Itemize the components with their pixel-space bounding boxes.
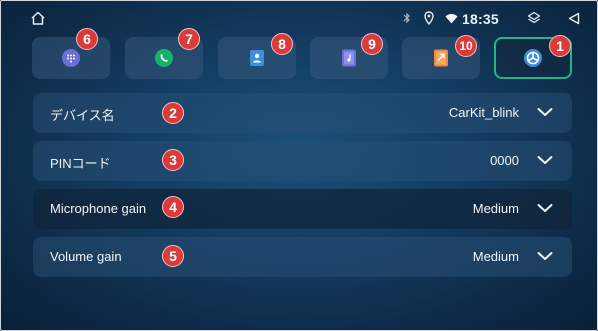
annotation-badge: 10 — [455, 35, 477, 57]
home-icon[interactable] — [30, 11, 46, 25]
wifi-icon — [445, 14, 458, 24]
annotation-badge: 2 — [162, 102, 184, 124]
phone-mirror-icon — [434, 49, 448, 67]
annotation-badge: 1 — [549, 35, 571, 57]
setting-value: 0000 — [490, 153, 519, 168]
setting-row-device-name[interactable]: デバイス名 CarKit_blink — [33, 93, 572, 133]
annotation-badge: 3 — [162, 149, 184, 171]
setting-value: Medium — [472, 201, 519, 216]
setting-label: デバイス名 — [50, 108, 115, 123]
tab-dialpad[interactable] — [32, 37, 110, 79]
back-icon[interactable] — [568, 12, 580, 25]
dialpad-icon — [62, 49, 80, 67]
chevron-down-icon[interactable] — [537, 107, 553, 117]
setting-row-volume-gain[interactable]: Volume gain Medium — [33, 237, 572, 277]
phone-icon — [155, 49, 173, 67]
annotation-badge: 9 — [361, 33, 383, 55]
status-bar: 18:35 — [0, 0, 598, 30]
setting-label: Microphone gain — [50, 201, 147, 216]
contacts-icon — [250, 50, 264, 66]
chevron-down-icon[interactable] — [537, 155, 553, 165]
music-icon — [342, 49, 356, 67]
annotation-badge: 8 — [271, 33, 293, 55]
settings-icon — [524, 49, 542, 67]
setting-value: Medium — [472, 249, 519, 264]
bluetooth-icon — [403, 12, 410, 24]
setting-row-microphone-gain[interactable]: Microphone gain Medium — [33, 189, 572, 229]
clock: 18:35 — [462, 11, 499, 27]
annotation-badge: 6 — [76, 28, 98, 50]
annotation-badge: 5 — [162, 245, 184, 267]
setting-row-pin-code[interactable]: PINコード 0000 — [33, 141, 572, 181]
chevron-down-icon[interactable] — [537, 203, 553, 213]
setting-value: CarKit_blink — [448, 105, 519, 120]
annotation-badge: 7 — [178, 28, 200, 50]
setting-label: PINコード — [50, 156, 111, 171]
setting-label: Volume gain — [50, 249, 122, 264]
layers-icon[interactable] — [527, 11, 541, 25]
annotation-badge: 4 — [162, 196, 184, 218]
chevron-down-icon[interactable] — [537, 251, 553, 261]
location-icon — [424, 11, 434, 25]
